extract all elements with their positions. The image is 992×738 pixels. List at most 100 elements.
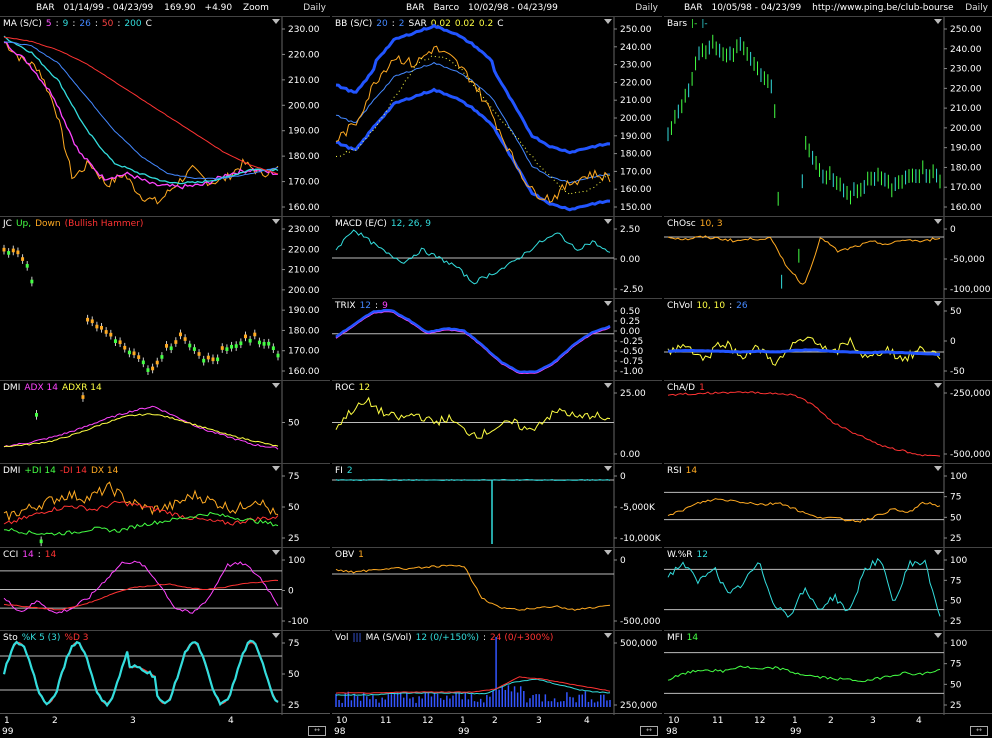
- candle-body: [169, 346, 173, 351]
- time-axis: 99 ↔ 1 2 3 4: [0, 713, 330, 738]
- indicator-panel-wr[interactable]: W.%R 12 100 75 50 25: [664, 547, 992, 631]
- stoch-k: [2, 639, 279, 708]
- period-selector[interactable]: Daily: [303, 0, 326, 16]
- panel-plot-macd: 2.50 0.00 -2.50: [332, 217, 644, 299]
- axis-tick-label: 50: [950, 597, 962, 607]
- candle-body: [257, 340, 261, 345]
- symbol: BAR: [684, 3, 703, 13]
- scroll-button[interactable]: ↔: [970, 726, 988, 736]
- window-title-bar[interactable]: BAR Barco 10/02/98 - 04/23/99 Daily: [332, 0, 662, 17]
- axis-tick-label: 0: [950, 225, 956, 235]
- time-tick-label: 2: [828, 716, 834, 726]
- candle-body: [90, 319, 94, 324]
- indicator-panel-vol[interactable]: Vol ||| MA (S/Vol) 12 (0/+150%):24 (0/+300%…: [332, 630, 662, 715]
- indicator-panel-bb[interactable]: BB (S/C) 20:2 SAR 0.02 0.02 0.2 C 250.00 240.00 2…: [332, 16, 662, 217]
- axis-tick-label: 240.00: [620, 43, 652, 53]
- axis-tick-label: 75: [950, 576, 961, 586]
- axis-tick-label: 0.00: [620, 450, 640, 460]
- candle-body: [151, 366, 155, 371]
- axis-tick-label: 50: [288, 503, 300, 513]
- candle-body: [267, 341, 271, 346]
- indicator-panel-fi[interactable]: FI 2 0 -5,000K -10,000K: [332, 463, 662, 548]
- indicator-panel-chvol[interactable]: ChVol 10, 10:26 50 0 -50: [664, 298, 992, 381]
- panel-plot-jc: 230.00 220.00 210.00 200.00 190.00 180.00 170.…: [2, 217, 320, 547]
- period-selector[interactable]: Daily: [965, 0, 988, 16]
- axis-tick-label: -2.50: [620, 285, 644, 295]
- indicator-panel-obv[interactable]: OBV 1 0 -500,000: [332, 547, 662, 631]
- candle-body: [234, 344, 238, 348]
- indicator-panel-rsi[interactable]: RSI 14 100 75 50 25: [664, 463, 992, 548]
- window-title-bar[interactable]: BAR 01/14/99 - 04/23/99 169.90 +4.90 Zoo…: [0, 0, 330, 17]
- indicator-panel-dmi1[interactable]: DMI ADX 14 ADXR 14 50: [0, 380, 330, 464]
- axis-tick-label: 200.00: [950, 124, 982, 134]
- candle-body: [155, 360, 159, 365]
- indicator-panel-macd[interactable]: MACD (E/C) 12, 26, 9 2.50 0.00 -2.50: [332, 216, 662, 299]
- axis-tick-label: 75: [288, 639, 299, 649]
- axis-tick-label: 170.00: [288, 178, 320, 188]
- candle-body: [202, 358, 206, 363]
- panel-plot-bb: 250.00 240.00 230.00 220.00 210.00 200.00 190.…: [335, 17, 652, 217]
- candle-body: [206, 355, 210, 360]
- indicator-panel-chad[interactable]: ChA/D 1 -250,000 -500,000: [664, 380, 992, 464]
- period-selector[interactable]: Daily: [635, 0, 658, 16]
- panel-plot-trix: 0.500.250.00-0.25-0.50-0.75-1.00: [332, 299, 644, 381]
- axis-tick-label: 190.00: [288, 127, 320, 137]
- scroll-button[interactable]: ↔: [308, 726, 326, 736]
- axis-tick-label: 160.00: [620, 185, 652, 195]
- candle-body: [160, 355, 164, 359]
- zoom-label[interactable]: Zoom: [243, 3, 269, 13]
- year-label: 99: [2, 727, 14, 737]
- chart-window-right[interactable]: BAR 10/05/98 - 04/23/99 http://www.ping.…: [664, 0, 992, 738]
- axis-tick-label: 190.00: [620, 132, 652, 142]
- candle-body: [95, 324, 99, 329]
- axis-tick-label: 170.00: [620, 167, 652, 177]
- time-tick-label: 4: [916, 716, 922, 726]
- candle-body: [127, 350, 131, 355]
- axis-tick-label: 230.00: [950, 65, 982, 75]
- panel-plot-fi: 0 -5,000K -10,000K: [332, 464, 662, 548]
- window-title-bar[interactable]: BAR 10/05/98 - 04/23/99 http://www.ping.…: [664, 0, 992, 17]
- time-tick-label: 3: [130, 716, 136, 726]
- candle-body: [248, 338, 252, 343]
- date-range: 01/14/99 - 04/23/99: [63, 3, 154, 13]
- indicator-panel-sto[interactable]: Sto %K 5 (3) %D 3 75 50 25: [0, 630, 330, 715]
- ma-9: [3, 35, 279, 185]
- candle-body: [2, 247, 6, 252]
- axis-tick-label: 25: [950, 617, 961, 627]
- axis-tick-label: 100: [288, 556, 305, 566]
- title-text: BAR 10/05/98 - 04/23/99 http://www.ping.…: [664, 0, 954, 16]
- axis-tick-label: 75: [950, 493, 961, 503]
- indicator-panel-bars[interactable]: Bars |- |- 250.00 240.00 230.00 220.00 210.00 20…: [664, 16, 992, 289]
- indicator-panel-ma[interactable]: MA (S/C) 5:9:26:50:200 C 230.00 220.00 210.00…: [0, 16, 330, 217]
- indicator-panel-jc[interactable]: JC Up, Down (Bullish Hammer) 230.00 220.00 210…: [0, 216, 330, 547]
- candle-body: [141, 360, 145, 365]
- axis-tick-label: 100: [950, 556, 967, 566]
- macd-line: [335, 229, 611, 285]
- time-tick-label: 4: [228, 716, 234, 726]
- chart-window-middle[interactable]: BAR Barco 10/02/98 - 04/23/99 Daily BB (…: [332, 0, 662, 738]
- ma-5: [3, 41, 279, 190]
- axis-tick-label: -50: [950, 367, 965, 377]
- axis-tick-label: 50: [288, 670, 300, 680]
- axis-tick-label: 0.00: [620, 255, 640, 265]
- time-tick-label: 10: [336, 716, 348, 726]
- indicator-panel-mfi[interactable]: MFI 14 100 75 50 25: [664, 630, 992, 715]
- axis-tick-label: 50: [288, 419, 300, 429]
- chart-window-left[interactable]: BAR 01/14/99 - 04/23/99 169.90 +4.90 Zoo…: [0, 0, 330, 738]
- axis-tick-label: 50: [950, 307, 962, 317]
- axis-tick-label: 25: [288, 701, 299, 711]
- scroll-button[interactable]: ↔: [640, 726, 658, 736]
- indicator-panel-cci[interactable]: CCI 14:14 100 0 -100: [0, 547, 330, 631]
- source-url[interactable]: http://www.ping.be/club-bourse: [812, 3, 953, 13]
- candle-body: [11, 248, 15, 253]
- indicator-panel-roc[interactable]: ROC 12 25.00 0.00: [332, 380, 662, 464]
- axis-tick-label: 240.00: [950, 45, 982, 55]
- indicator-panel-chosc[interactable]: ChOsc 10, 3 0 -50,000 -100,000: [664, 216, 992, 299]
- time-tick-label: 3: [536, 716, 542, 726]
- indicator-panel-trix[interactable]: TRIX 12:9 0.50 0.25 0.00 -0.25 -0.50 -0.75 -1.00: [332, 298, 662, 381]
- candle-body: [123, 345, 127, 350]
- candle-body: [30, 279, 34, 284]
- year-label-start: 98: [666, 727, 678, 737]
- indicator-panel-dmi2[interactable]: DMI +DI 14 -DI 14 DX 14 75 50 25: [0, 463, 330, 548]
- axis-tick-label: 100: [950, 472, 967, 482]
